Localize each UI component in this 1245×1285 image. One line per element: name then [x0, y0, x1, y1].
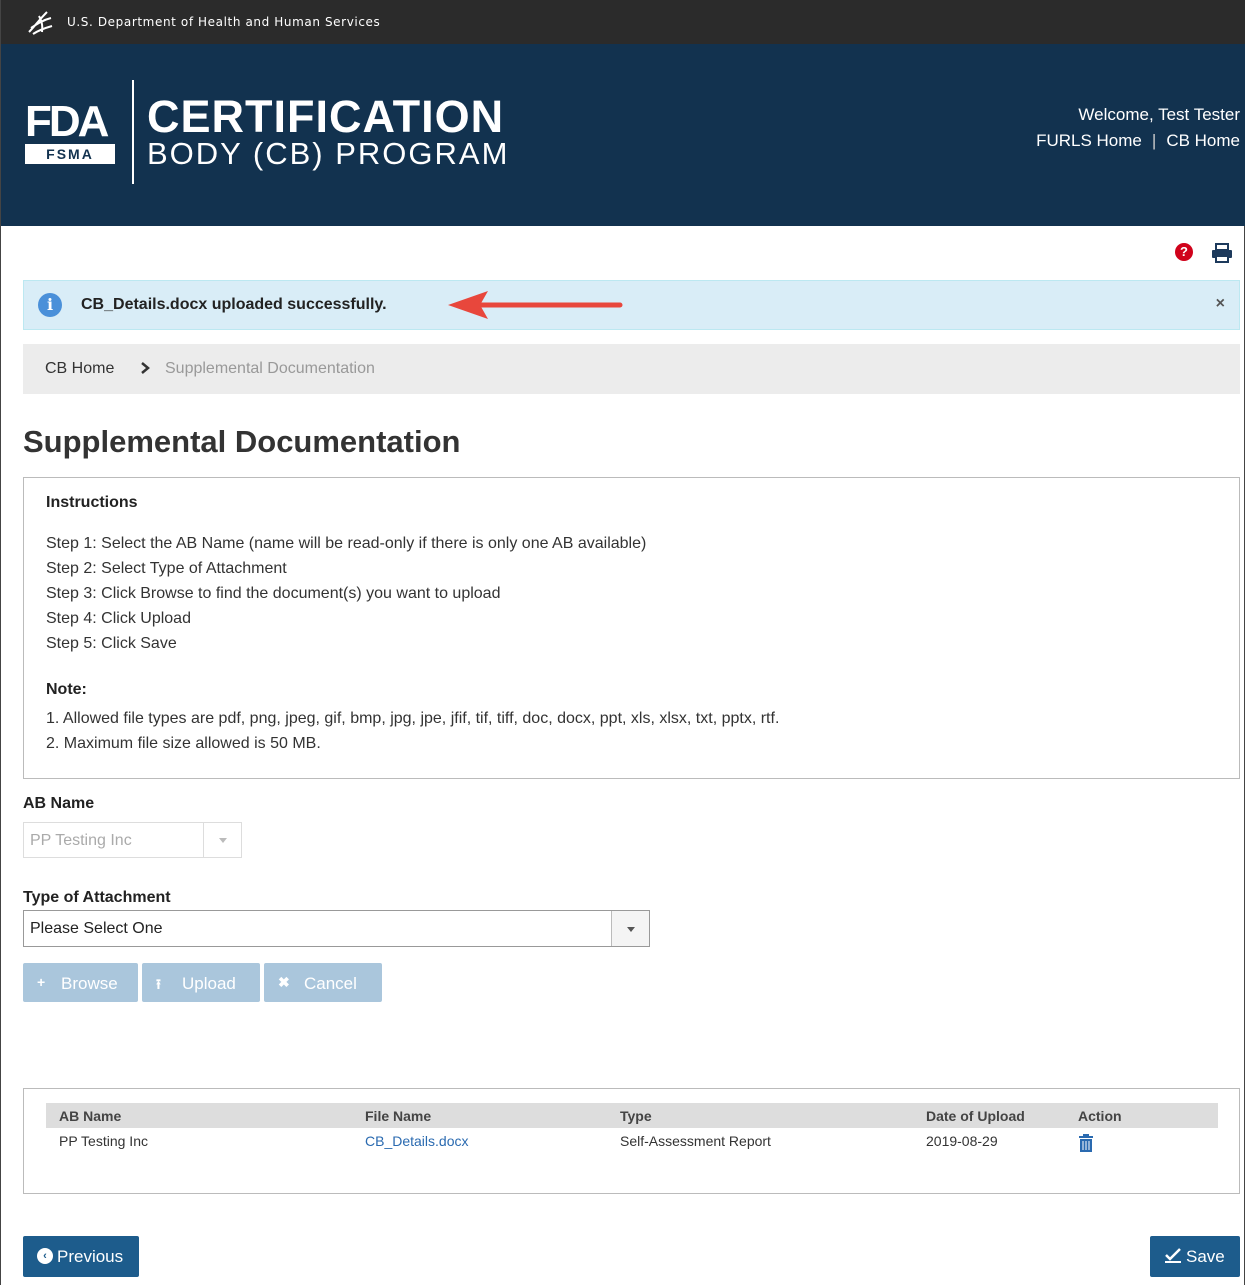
ab-name-select: PP Testing Inc	[23, 822, 242, 858]
ab-name-label: AB Name	[23, 795, 95, 812]
program-subtitle: BODY (CB) PROGRAM	[147, 136, 510, 171]
attachment-type-label: Type of Attachment	[23, 889, 171, 906]
column-header-file-name: File Name	[365, 1108, 432, 1124]
column-header-action: Action	[1078, 1108, 1122, 1124]
print-icon[interactable]	[1211, 243, 1233, 263]
browse-button[interactable]: + Browse	[23, 963, 138, 1002]
close-icon: ✖	[278, 974, 290, 990]
plus-icon: +	[37, 974, 46, 990]
column-header-date: Date of Upload	[926, 1108, 1025, 1124]
instruction-steps: Step 1: Select the AB Name (name will be…	[46, 531, 646, 656]
instructions-panel: Instructions Step 1: Select the AB Name …	[23, 477, 1240, 779]
column-header-type: Type	[620, 1108, 652, 1124]
instruction-step: Step 4: Click Upload	[46, 610, 191, 627]
note-title: Note:	[46, 681, 87, 698]
furls-home-link[interactable]: FURLS Home	[1036, 131, 1142, 150]
program-title: CERTIFICATION	[147, 91, 505, 142]
instruction-step: Step 2: Select Type of Attachment	[46, 560, 287, 577]
header-links: FURLS Home | CB Home	[1036, 131, 1240, 151]
note-item: 2. Maximum file size allowed is 50 MB.	[46, 735, 321, 752]
cb-home-link[interactable]: CB Home	[1166, 131, 1240, 150]
caret-down-icon	[218, 838, 227, 843]
instruction-step: Step 5: Click Save	[46, 635, 177, 652]
browse-button-label: Browse	[61, 974, 118, 993]
header-link-separator: |	[1151, 131, 1157, 150]
caret-down-icon	[626, 926, 635, 932]
cell-ab-name: PP Testing Inc	[59, 1133, 148, 1149]
note-item: 1. Allowed file types are pdf, png, jpeg…	[46, 710, 780, 727]
hhs-eagle-icon	[28, 11, 53, 35]
breadcrumb-current: Supplemental Documentation	[165, 360, 375, 377]
table-header: AB Name File Name Type Date of Upload Ac…	[46, 1103, 1218, 1128]
site-header: FDA FSMA CERTIFICATION BODY (CB) PROGRAM…	[1, 44, 1245, 226]
breadcrumb-home-link[interactable]: CB Home	[45, 360, 114, 378]
ab-name-dropdown-toggle	[203, 823, 241, 857]
column-header-ab-name: AB Name	[59, 1108, 122, 1124]
hhs-title: U.S. Department of Health and Human Serv…	[67, 15, 381, 29]
note-list: 1. Allowed file types are pdf, png, jpeg…	[46, 706, 779, 756]
attachment-type-select[interactable]: Please Select One	[23, 910, 650, 947]
fsma-logo-label: FSMA	[25, 144, 115, 164]
breadcrumb: CB Home Supplemental Documentation	[23, 344, 1240, 394]
previous-button[interactable]: ‹ Previous	[23, 1236, 139, 1277]
cell-type: Self-Assessment Report	[620, 1133, 771, 1149]
info-icon: i	[38, 293, 62, 317]
ab-name-value: PP Testing Inc	[30, 832, 132, 849]
upload-success-alert: i CB_Details.docx uploaded successfully.…	[23, 280, 1240, 330]
attachment-type-value: Please Select One	[30, 920, 163, 937]
alert-message: CB_Details.docx uploaded successfully.	[81, 296, 387, 313]
save-check-icon	[1165, 1248, 1181, 1263]
instruction-step: Step 1: Select the AB Name (name will be…	[46, 535, 647, 552]
hhs-top-bar: U.S. Department of Health and Human Serv…	[1, 0, 1245, 44]
attachment-type-dropdown-toggle[interactable]	[611, 911, 649, 946]
instruction-step: Step 3: Click Browse to find the documen…	[46, 585, 501, 602]
save-button-label: Save	[1186, 1247, 1225, 1266]
fda-logo-letters: FDA	[25, 97, 109, 146]
annotation-arrow-icon	[448, 291, 623, 319]
file-name-link[interactable]: CB_Details.docx	[365, 1133, 469, 1149]
upload-button[interactable]: ⭱ Upload	[142, 963, 260, 1002]
chevron-right-icon	[141, 362, 150, 374]
cancel-button-label: Cancel	[304, 974, 357, 993]
header-divider	[132, 80, 134, 184]
page-title: Supplemental Documentation	[23, 424, 461, 459]
trash-icon[interactable]	[1078, 1134, 1094, 1152]
fda-fsma-logo[interactable]: FDA FSMA	[25, 97, 117, 164]
alert-close-button[interactable]: ×	[1216, 295, 1225, 313]
uploaded-documents-table: AB Name File Name Type Date of Upload Ac…	[23, 1088, 1240, 1194]
cell-date: 2019-08-29	[926, 1133, 998, 1149]
upload-button-label: Upload	[182, 974, 236, 993]
cancel-button[interactable]: ✖ Cancel	[264, 963, 382, 1002]
chevron-left-circle-icon: ‹	[37, 1248, 53, 1264]
save-button[interactable]: Save	[1150, 1236, 1240, 1277]
upload-icon: ⭱	[156, 976, 161, 992]
question-circle-icon[interactable]: ?	[1175, 243, 1193, 261]
welcome-text: Welcome, Test Tester	[1078, 105, 1240, 124]
previous-button-label: Previous	[57, 1247, 124, 1266]
instructions-title: Instructions	[46, 494, 138, 511]
